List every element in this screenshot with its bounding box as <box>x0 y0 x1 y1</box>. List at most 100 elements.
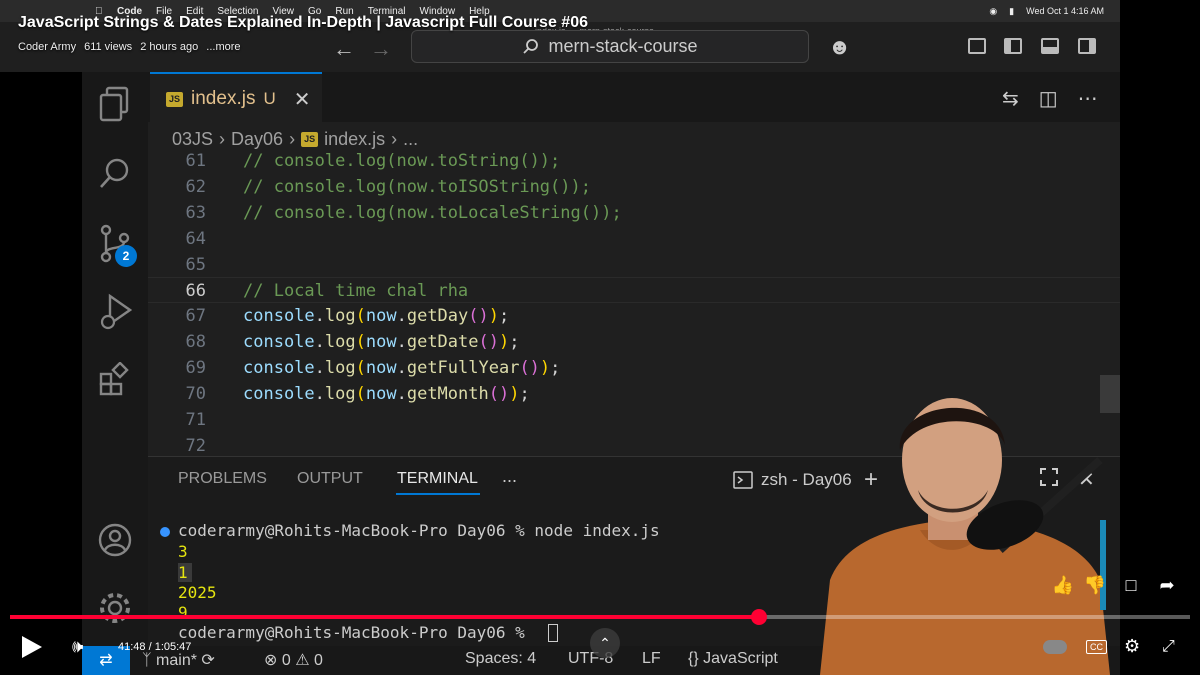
error-icon: ⊗ <box>264 652 282 669</box>
toggle-secondary-sidebar-icon[interactable] <box>1078 38 1096 54</box>
branch-icon: ᛉ <box>142 652 157 669</box>
code-text: console.log(now.getDay()); <box>243 306 510 326</box>
code-text: console.log(now.getFullYear()); <box>243 358 561 378</box>
tab-output[interactable]: OUTPUT <box>297 470 363 488</box>
error-count: 0 <box>281 652 291 669</box>
more-link[interactable]: ...more <box>206 41 240 53</box>
code-line[interactable]: 63 // console.log(now.toLocaleString()); <box>148 200 1120 226</box>
sync-icon: ⟳ <box>201 652 215 669</box>
code-text: // console.log(now.toString()); <box>243 151 561 171</box>
forward-arrow-icon[interactable]: → <box>370 36 392 62</box>
line-number: 63 <box>185 203 206 223</box>
line-number: 61 <box>185 151 206 171</box>
search-icon <box>523 38 539 54</box>
code-text: // console.log(now.toISOString()); <box>243 177 591 197</box>
back-arrow-icon[interactable]: ← <box>333 36 355 62</box>
command-center[interactable]: mern-stack-course <box>411 30 809 63</box>
code-text: // Local time chal rha <box>243 281 469 301</box>
settings-gear-icon[interactable]: ⚙ <box>1124 636 1140 657</box>
split-editor-icon[interactable]: ◫ <box>1039 86 1058 111</box>
line-number: 68 <box>185 332 206 352</box>
progress-played <box>10 615 760 619</box>
line-number: 65 <box>185 255 206 275</box>
settings-gear-icon[interactable] <box>97 590 133 635</box>
explorer-icon[interactable] <box>97 86 133 131</box>
run-debug-icon[interactable] <box>97 292 133 341</box>
code-line-current[interactable]: 66 // Local time chal rha <box>148 277 1120 303</box>
upload-age: 2 hours ago <box>140 41 199 53</box>
presenter-video-overlay <box>820 398 1110 675</box>
code-text: console.log(now.getMonth()); <box>243 384 530 404</box>
terminal-icon <box>733 471 753 489</box>
open-changes-icon[interactable]: ⇆ <box>1002 86 1019 111</box>
terminal-command-line: coderarmy@Rohits-MacBook-Pro Day06 % nod… <box>178 521 660 540</box>
menubar-clock[interactable]: Wed Oct 1 4:16 AM <box>1026 6 1104 16</box>
customize-layout-icon[interactable] <box>968 38 986 54</box>
dislike-icon[interactable]: 👎 <box>1080 570 1110 600</box>
problems-indicator[interactable]: ⊗ 0 ⚠ 0 <box>264 650 323 670</box>
code-line[interactable]: 65 <box>148 252 1120 278</box>
line-number: 67 <box>185 306 206 326</box>
volume-icon[interactable]: 🕪 <box>72 636 83 657</box>
line-number: 71 <box>185 410 206 430</box>
like-icon[interactable]: 👍 <box>1048 570 1078 600</box>
wifi-icon[interactable]: ◉ <box>989 6 997 17</box>
accounts-icon[interactable] <box>97 522 133 567</box>
line-number: 72 <box>185 436 206 456</box>
tab-index-js[interactable]: JS index.js U ✕ <box>150 72 322 124</box>
warning-count: 0 <box>314 652 323 669</box>
battery-icon[interactable]: ▮ <box>1009 6 1014 17</box>
untracked-indicator: U <box>263 89 276 108</box>
share-icon[interactable]: ➦ <box>1152 570 1182 600</box>
branch-indicator[interactable]: ᛉ main* ⟳ <box>142 650 215 670</box>
view-count: 611 views <box>84 41 133 53</box>
indentation-indicator[interactable]: Spaces: 4 <box>465 650 536 668</box>
close-icon[interactable]: ✕ <box>294 87 311 112</box>
exit-fullscreen-icon[interactable]: ⤢ <box>1162 638 1175 656</box>
chevron-right-icon: › <box>219 128 226 149</box>
panel-more-icon[interactable]: ... <box>502 466 517 487</box>
scm-badge: 2 <box>115 245 137 267</box>
tab-problems[interactable]: PROBLEMS <box>178 470 267 488</box>
code-line[interactable]: 61 // console.log(now.toString()); <box>148 150 1120 174</box>
channel-name[interactable]: Coder Army <box>18 41 76 53</box>
eol-indicator[interactable]: LF <box>642 650 661 668</box>
video-title[interactable]: JavaScript Strings & Dates Explained In-… <box>18 14 588 32</box>
terminal-output: 1 <box>178 563 192 582</box>
breadcrumb-folder-03js[interactable]: 03JS <box>172 129 213 150</box>
code-line[interactable]: 62 // console.log(now.toISOString()); <box>148 174 1120 200</box>
extensions-icon[interactable] <box>97 361 133 407</box>
terminal-prompt[interactable]: coderarmy@Rohits-MacBook-Pro Day06 % <box>178 623 534 642</box>
language-indicator[interactable]: {} JavaScript <box>688 650 778 668</box>
more-actions-icon[interactable]: ⋯ <box>1078 86 1098 111</box>
captions-icon[interactable]: CC <box>1086 640 1107 654</box>
code-text: // console.log(now.toLocaleString()); <box>243 203 622 223</box>
breadcrumb-symbols[interactable]: ... <box>403 129 418 150</box>
tab-terminal[interactable]: TERMINAL <box>397 470 478 488</box>
toggle-panel-icon[interactable] <box>1041 38 1059 54</box>
line-number: 66 <box>185 281 206 301</box>
search-icon[interactable] <box>97 156 133 201</box>
code-line[interactable]: 67 console.log(now.getDay()); <box>148 303 1120 329</box>
copilot-icon[interactable]: ☻ <box>828 34 851 60</box>
toggle-sidebar-icon[interactable] <box>1004 38 1022 54</box>
line-number: 62 <box>185 177 206 197</box>
warning-icon: ⚠ <box>295 652 315 669</box>
breadcrumb-folder-day06[interactable]: Day06 <box>231 129 283 150</box>
code-line[interactable]: 68 console.log(now.getDate()); <box>148 329 1120 355</box>
code-line[interactable]: 69 console.log(now.getFullYear()); <box>148 355 1120 381</box>
video-meta: Coder Army 611 views 2 hours ago ...more <box>18 41 241 53</box>
code-line[interactable]: 64 <box>148 226 1120 252</box>
chevron-right-icon: › <box>391 128 398 149</box>
terminal-output: 2025 <box>178 583 217 602</box>
js-file-icon: JS <box>301 131 319 147</box>
js-file-icon: JS <box>166 91 184 107</box>
terminal-output: 3 <box>178 542 188 561</box>
comments-icon[interactable]: □ <box>1116 570 1146 600</box>
braces-icon: {} <box>688 650 704 667</box>
breadcrumb-file[interactable]: index.js <box>324 129 385 150</box>
chevron-up-icon[interactable]: ⌃ <box>590 628 620 658</box>
line-number: 64 <box>185 229 206 249</box>
play-icon[interactable] <box>22 636 42 658</box>
autoplay-toggle[interactable] <box>1043 640 1067 654</box>
